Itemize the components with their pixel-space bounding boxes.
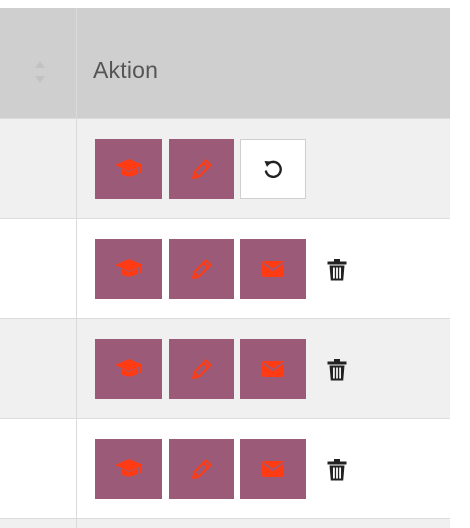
data-table: Aktion	[0, 0, 470, 528]
envelope-icon	[262, 261, 284, 277]
table-row	[0, 518, 450, 528]
reset-button[interactable]	[240, 139, 306, 199]
pencil-icon	[191, 459, 211, 479]
edit-button[interactable]	[169, 139, 234, 199]
edit-button[interactable]	[169, 439, 234, 499]
table-row	[0, 418, 450, 518]
graduation-cap-icon	[114, 259, 143, 277]
graduation-cap-icon	[114, 159, 143, 177]
course-button[interactable]	[95, 339, 162, 399]
trash-icon[interactable]	[326, 358, 348, 382]
pencil-icon	[191, 259, 211, 279]
action-column-header: Aktion	[93, 57, 159, 83]
trash-icon[interactable]	[326, 458, 348, 482]
graduation-cap-icon	[114, 459, 143, 477]
envelope-icon	[262, 361, 284, 377]
pencil-icon	[191, 359, 211, 379]
table-row	[0, 318, 450, 418]
course-button[interactable]	[95, 139, 162, 199]
undo-icon	[264, 160, 282, 179]
course-button[interactable]	[95, 239, 162, 299]
trash-icon[interactable]	[326, 258, 348, 282]
email-button[interactable]	[240, 239, 306, 299]
sort-icon[interactable]	[33, 58, 47, 86]
table-row	[0, 118, 450, 218]
table-header: Aktion	[0, 8, 450, 118]
email-button[interactable]	[240, 439, 306, 499]
pencil-icon	[191, 159, 211, 179]
email-button[interactable]	[240, 339, 306, 399]
column-divider	[76, 8, 77, 528]
table-row	[0, 218, 450, 318]
course-button[interactable]	[95, 439, 162, 499]
graduation-cap-icon	[114, 359, 143, 377]
envelope-icon	[262, 461, 284, 477]
edit-button[interactable]	[169, 339, 234, 399]
edit-button[interactable]	[169, 239, 234, 299]
